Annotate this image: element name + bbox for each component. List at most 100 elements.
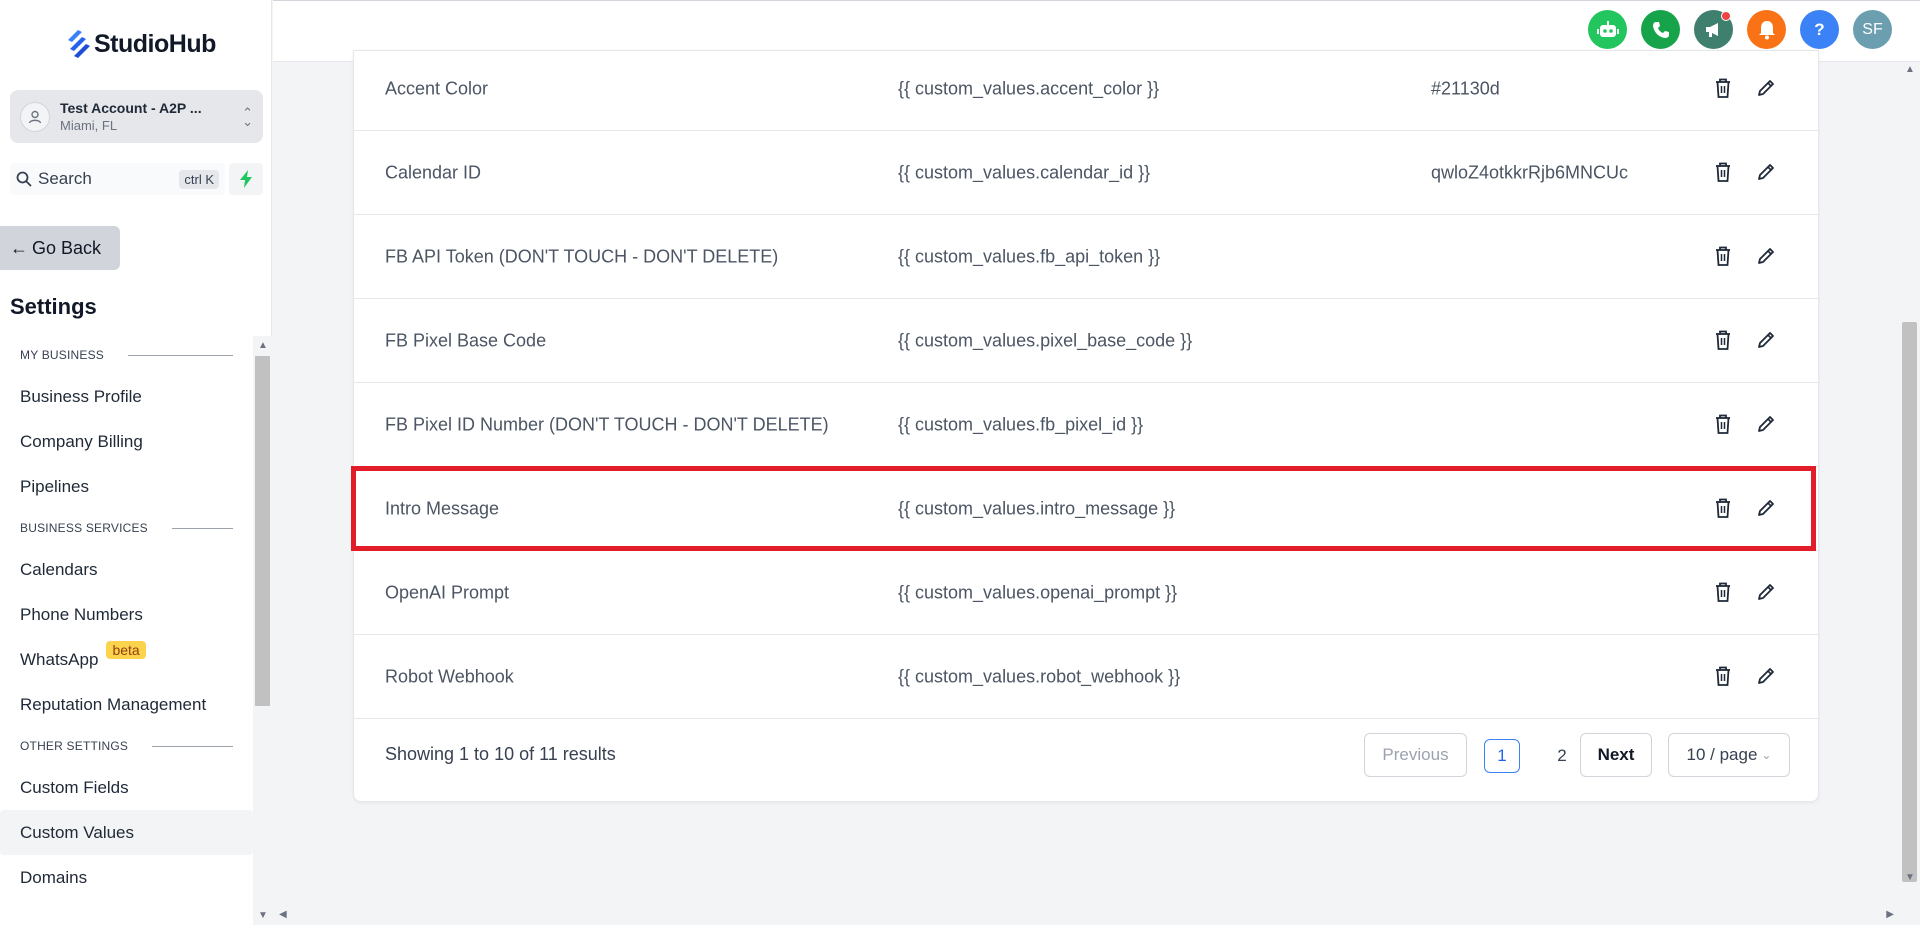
custom-value-name: FB API Token (DON'T TOUCH - DON'T DELETE… (385, 246, 779, 266)
arrow-left-icon: ← (10, 237, 28, 258)
trash-icon[interactable] (1713, 77, 1735, 101)
page-size-select[interactable]: 10 / page ⌄ (1668, 733, 1790, 777)
custom-value-name: OpenAI Prompt (385, 582, 510, 602)
studiohub-logo-icon (68, 30, 90, 58)
account-location: Miami, FL (60, 118, 118, 133)
custom-value-key: {{ custom_values.fb_api_token }} (898, 246, 1161, 266)
trash-icon[interactable] (1713, 245, 1735, 269)
settings-title: Settings (10, 294, 97, 319)
custom-value-key: {{ custom_values.fb_pixel_id }} (898, 414, 1144, 434)
table-row: Intro Message {{ custom_values.intro_mess… (354, 467, 1820, 551)
page-vertical-scrollbar[interactable]: ▲ ▼ (1899, 62, 1920, 905)
brand-name: StudioHub (94, 29, 216, 58)
search-label: Search (38, 169, 92, 188)
sidebar: StudioHub Test Account - A2P ... Miami, … (0, 0, 272, 925)
nav-item-pipelines[interactable]: Pipelines (0, 464, 253, 509)
nav-section-my-business: MY BUSINESS (0, 336, 253, 374)
nav-item-business-profile[interactable]: Business Profile (0, 374, 253, 419)
pencil-icon[interactable] (1756, 246, 1778, 268)
custom-value-key: {{ custom_values.accent_color }} (898, 78, 1160, 98)
custom-value-key: {{ custom_values.robot_webhook }} (898, 666, 1181, 686)
page-scrollbar-thumb[interactable] (1902, 322, 1917, 882)
search-button[interactable]: Search ctrl K (10, 163, 225, 195)
scroll-right-icon[interactable]: ▶ (1886, 909, 1894, 920)
pencil-icon[interactable] (1756, 330, 1778, 352)
account-name: Test Account - A2P ... (60, 100, 202, 116)
page-horizontal-scrollbar[interactable]: ◀ ▶ (273, 905, 1920, 925)
chevron-up-down-icon: ⌃ ⌄ (242, 104, 253, 129)
nav-item-reputation-management[interactable]: Reputation Management (0, 682, 253, 727)
lightning-icon[interactable] (229, 163, 263, 195)
pencil-icon[interactable] (1756, 414, 1778, 436)
beta-badge: beta (106, 640, 146, 659)
sidebar-scrollbar[interactable]: ▲ ▼ (253, 336, 272, 925)
account-switcher[interactable]: Test Account - A2P ... Miami, FL ⌃ ⌄ (10, 90, 263, 143)
trash-icon[interactable] (1713, 329, 1735, 353)
nav-item-custom-fields[interactable]: Custom Fields (0, 765, 253, 810)
nav-item-whatsapp-label: WhatsApp (20, 649, 99, 669)
scroll-up-icon[interactable]: ▲ (258, 340, 268, 351)
megaphone-icon[interactable] (1694, 10, 1733, 49)
table-row: Calendar ID {{ custom_values.calendar_id … (354, 131, 1820, 215)
user-icon (20, 101, 50, 132)
custom-value-value: qwloZ4otkkrRjb6MNCUc (1431, 162, 1629, 182)
settings-nav: MY BUSINESS Business Profile Company Bil… (0, 336, 253, 925)
pencil-icon[interactable] (1756, 78, 1778, 100)
scroll-left-icon[interactable]: ◀ (279, 909, 287, 920)
go-back-button[interactable]: ← Go Back (0, 226, 120, 270)
nav-item-custom-values[interactable]: Custom Values (0, 810, 253, 855)
nav-item-company-billing[interactable]: Company Billing (0, 419, 253, 464)
pencil-icon[interactable] (1756, 162, 1778, 184)
custom-value-name: Robot Webhook (385, 666, 514, 686)
custom-values-card: Accent Color {{ custom_values.accent_colo… (353, 47, 1820, 802)
nav-item-phone-numbers[interactable]: Phone Numbers (0, 592, 253, 637)
help-icon[interactable]: ? (1800, 10, 1839, 49)
trash-icon[interactable] (1713, 497, 1735, 521)
nav-item-calendars[interactable]: Calendars (0, 547, 253, 592)
custom-value-name: Calendar ID (385, 162, 482, 182)
custom-value-key: {{ custom_values.intro_message }} (898, 498, 1176, 518)
nav-item-domains[interactable]: Domains (0, 855, 253, 900)
notification-dot (1721, 11, 1731, 21)
trash-icon[interactable] (1713, 161, 1735, 185)
trash-icon[interactable] (1713, 413, 1735, 437)
trash-icon[interactable] (1713, 665, 1735, 689)
custom-value-value: #21130d (1431, 78, 1500, 98)
nav-item-whatsapp[interactable]: WhatsApp beta (0, 637, 253, 682)
table-row: Accent Color {{ custom_values.accent_colo… (354, 47, 1820, 131)
pencil-icon[interactable] (1756, 498, 1778, 520)
scroll-up-icon[interactable]: ▲ (1905, 64, 1915, 75)
table-row: FB Pixel Base Code {{ custom_values.pixel… (354, 299, 1820, 383)
custom-value-key: {{ custom_values.calendar_id }} (898, 162, 1151, 182)
custom-value-name: Accent Color (385, 78, 489, 98)
custom-value-key: {{ custom_values.pixel_base_code }} (898, 330, 1193, 350)
page-2-button[interactable]: 2 (1544, 739, 1580, 773)
go-back-label: Go Back (32, 237, 102, 258)
search-icon (16, 171, 32, 187)
scroll-down-icon[interactable]: ▼ (1905, 872, 1915, 883)
table-row: FB API Token (DON'T TOUCH - DON'T DELETE… (354, 215, 1820, 299)
nav-section-business-services: BUSINESS SERVICES (0, 509, 253, 547)
page-1-button[interactable]: 1 (1484, 739, 1520, 773)
table-row: OpenAI Prompt {{ custom_values.openai_pro… (354, 551, 1820, 635)
phone-icon[interactable] (1641, 10, 1680, 49)
sidebar-scrollbar-thumb[interactable] (255, 356, 270, 706)
previous-page-button[interactable]: Previous (1364, 733, 1467, 777)
custom-value-name: FB Pixel Base Code (385, 330, 547, 350)
brand-logo[interactable]: StudioHub (64, 28, 216, 60)
custom-value-key: {{ custom_values.openai_prompt }} (898, 582, 1178, 602)
page-size-value: 10 / page (1686, 745, 1758, 764)
bell-icon[interactable] (1747, 10, 1786, 49)
scroll-down-icon[interactable]: ▼ (258, 910, 268, 921)
chevron-down-icon: ⌄ (1761, 748, 1772, 762)
search-shortcut: ctrl K (179, 169, 219, 189)
user-avatar[interactable]: SF (1853, 10, 1892, 49)
nav-section-other-settings: OTHER SETTINGS (0, 727, 253, 765)
results-summary: Showing 1 to 10 of 11 results (385, 744, 616, 764)
trash-icon[interactable] (1713, 581, 1735, 605)
pencil-icon[interactable] (1756, 666, 1778, 688)
pencil-icon[interactable] (1756, 582, 1778, 604)
custom-value-name: FB Pixel ID Number (DON'T TOUCH - DON'T … (385, 414, 829, 434)
bot-icon[interactable] (1588, 10, 1627, 49)
next-page-button[interactable]: Next (1580, 733, 1652, 777)
